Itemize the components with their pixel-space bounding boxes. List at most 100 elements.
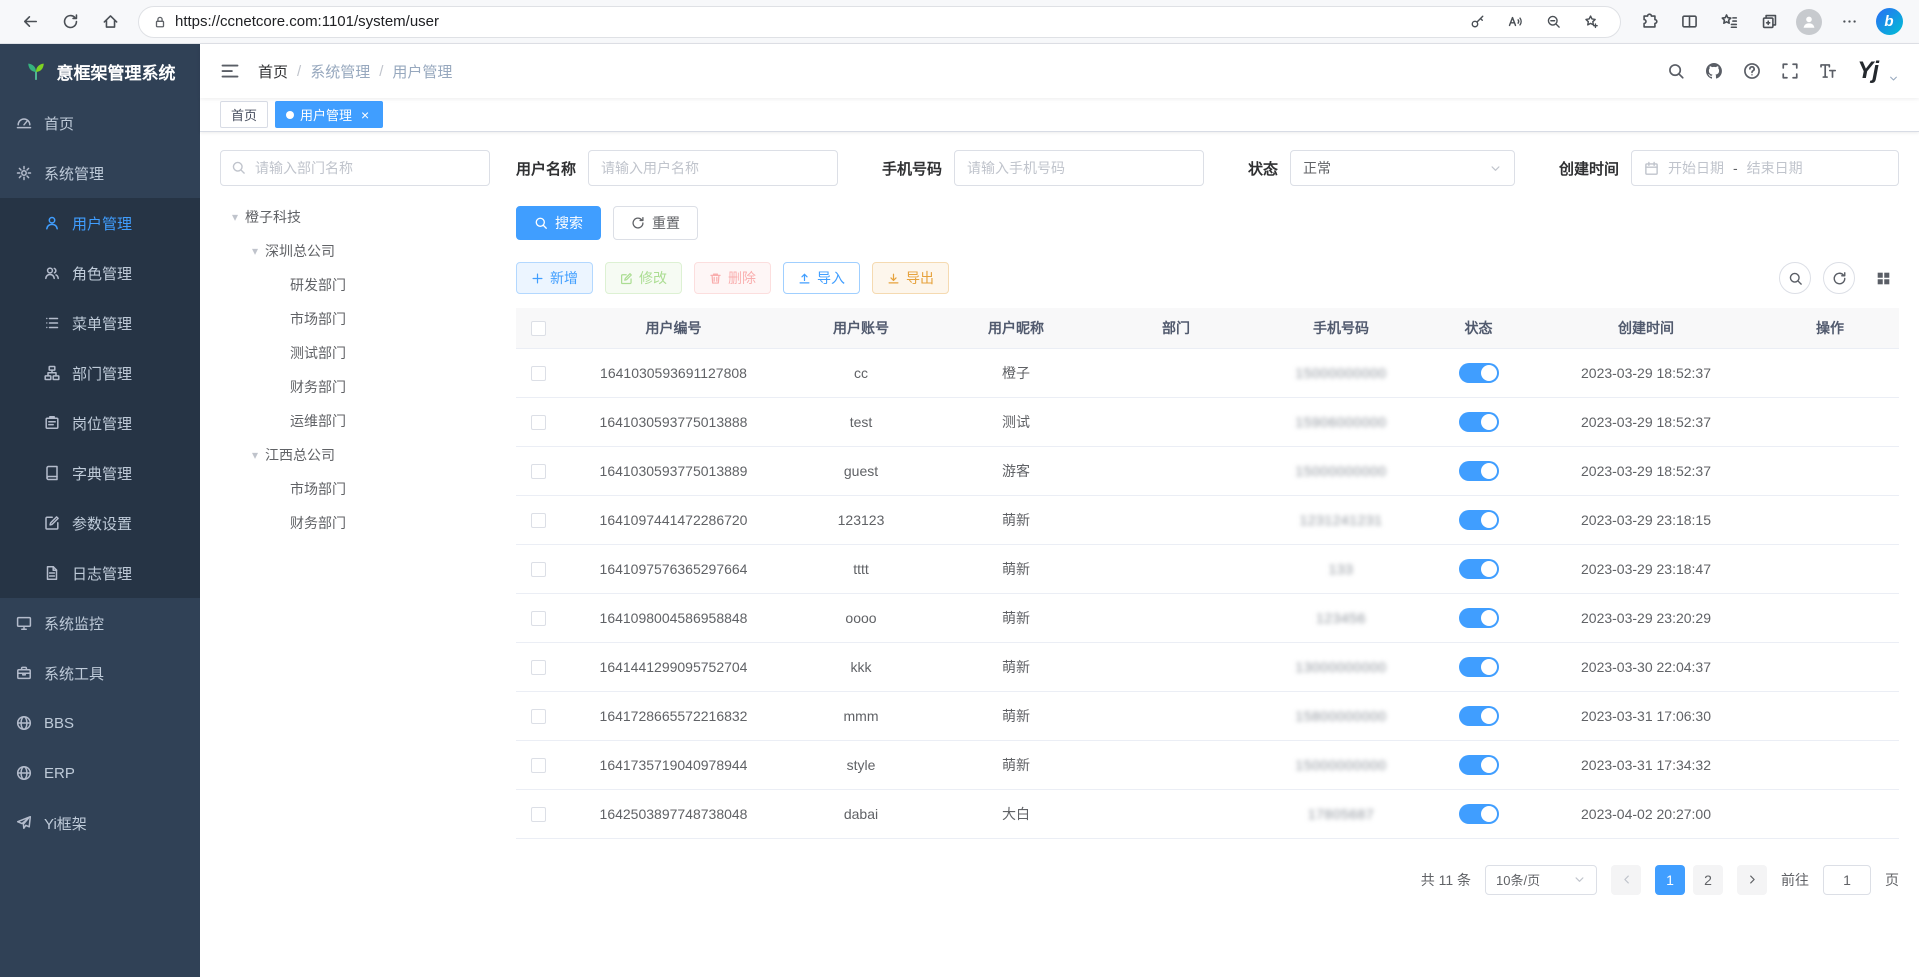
row-checkbox[interactable]	[531, 660, 546, 675]
sidebar-item-monitor[interactable]: 系统监控	[0, 598, 200, 648]
status-toggle[interactable]	[1459, 412, 1499, 432]
page-button-1[interactable]: 1	[1655, 865, 1685, 895]
browser-profile-avatar[interactable]	[1791, 5, 1827, 39]
address-bar[interactable]: https://ccnetcore.com:1101/system/user	[138, 6, 1621, 38]
next-page-icon[interactable]	[1737, 865, 1767, 895]
row-checkbox[interactable]	[531, 366, 546, 381]
tree-node[interactable]: ▾深圳总公司	[220, 234, 490, 268]
breadcrumb-item[interactable]: 首页	[258, 61, 288, 82]
fullscreen-icon[interactable]	[1781, 62, 1799, 80]
toggle-search-icon[interactable]	[1779, 262, 1811, 294]
row-checkbox[interactable]	[531, 415, 546, 430]
tree-node[interactable]: 市场部门	[220, 302, 490, 336]
date-range-picker[interactable]: 开始日期 - 结束日期	[1631, 150, 1899, 186]
sidebar-item-tools[interactable]: 系统工具	[0, 648, 200, 698]
favorites-bar-icon[interactable]	[1711, 5, 1747, 39]
font-size-icon[interactable]	[1819, 62, 1837, 80]
delete-button[interactable]: 删除	[694, 262, 771, 294]
close-icon[interactable]: ×	[358, 108, 372, 122]
status-toggle[interactable]	[1459, 657, 1499, 677]
page-button-2[interactable]: 2	[1693, 865, 1723, 895]
username-input[interactable]	[588, 150, 838, 186]
tree-node[interactable]: 财务部门	[220, 370, 490, 404]
tree-node[interactable]: 市场部门	[220, 472, 490, 506]
refresh-table-icon[interactable]	[1823, 262, 1855, 294]
header-search-icon[interactable]	[1667, 62, 1685, 80]
sidebar-item-home[interactable]: 首页	[0, 98, 200, 148]
status-toggle[interactable]	[1459, 755, 1499, 775]
status-toggle[interactable]	[1459, 706, 1499, 726]
phone-input[interactable]	[954, 150, 1204, 186]
browser-reload-icon[interactable]	[52, 5, 88, 39]
status-toggle[interactable]	[1459, 461, 1499, 481]
search-button[interactable]: 搜索	[516, 206, 601, 240]
collections-icon[interactable]	[1751, 5, 1787, 39]
prev-page-icon[interactable]	[1611, 865, 1641, 895]
tree-node[interactable]: ▾江西总公司	[220, 438, 490, 472]
user-avatar[interactable]: Yj	[1857, 57, 1878, 85]
cell-account: guest	[786, 446, 936, 495]
row-checkbox[interactable]	[531, 562, 546, 577]
split-screen-icon[interactable]	[1671, 5, 1707, 39]
sidebar-item-yi[interactable]: Yi框架	[0, 798, 200, 848]
sidebar-item-param[interactable]: 参数设置	[0, 498, 200, 548]
sidebar-item-user[interactable]: 用户管理	[0, 198, 200, 248]
status-toggle[interactable]	[1459, 608, 1499, 628]
sidebar-item-menu[interactable]: 菜单管理	[0, 298, 200, 348]
sidebar-item-dept[interactable]: 部门管理	[0, 348, 200, 398]
edit-button[interactable]: 修改	[605, 262, 682, 294]
import-button[interactable]: 导入	[783, 262, 860, 294]
sidebar-item-log[interactable]: 日志管理	[0, 548, 200, 598]
row-checkbox[interactable]	[531, 513, 546, 528]
status-toggle[interactable]	[1459, 804, 1499, 824]
password-key-icon[interactable]	[1462, 8, 1492, 36]
row-checkbox[interactable]	[531, 758, 546, 773]
github-icon[interactable]	[1705, 62, 1723, 80]
row-checkbox[interactable]	[531, 709, 546, 724]
tree-node[interactable]: 研发部门	[220, 268, 490, 302]
tree-node[interactable]: 运维部门	[220, 404, 490, 438]
extensions-icon[interactable]	[1631, 5, 1667, 39]
row-checkbox[interactable]	[531, 807, 546, 822]
page-size-select[interactable]: 10条/页	[1485, 865, 1597, 895]
hamburger-icon[interactable]	[220, 61, 240, 81]
sidebar-item-erp[interactable]: ERP	[0, 748, 200, 798]
breadcrumb-item: 系统管理	[310, 61, 370, 82]
goto-page-input[interactable]	[1823, 865, 1871, 895]
browser-back-icon[interactable]	[12, 5, 48, 39]
sidebar-item-label: 菜单管理	[72, 313, 132, 334]
read-aloud-icon[interactable]	[1500, 8, 1530, 36]
column-settings-icon[interactable]	[1867, 262, 1899, 294]
select-all-checkbox[interactable]	[531, 321, 546, 336]
status-toggle[interactable]	[1459, 559, 1499, 579]
favorite-star-icon[interactable]	[1576, 8, 1606, 36]
add-button[interactable]: 新增	[516, 262, 593, 294]
chevron-down-icon	[1573, 873, 1586, 886]
status-toggle[interactable]	[1459, 510, 1499, 530]
sidebar-item-dict[interactable]: 字典管理	[0, 448, 200, 498]
tab-user[interactable]: 用户管理×	[275, 101, 383, 128]
status-select[interactable]: 正常	[1290, 150, 1515, 186]
sidebar-item-bbs[interactable]: BBS	[0, 698, 200, 748]
cell-phone: 15800000000	[1256, 691, 1426, 740]
dept-search-input[interactable]	[220, 150, 490, 186]
copilot-icon[interactable]: b	[1871, 5, 1907, 39]
tree-node[interactable]: ▾橙子科技	[220, 200, 490, 234]
tree-node-label: 市场部门	[290, 479, 346, 499]
row-checkbox[interactable]	[531, 611, 546, 626]
zoom-out-icon[interactable]	[1538, 8, 1568, 36]
status-toggle[interactable]	[1459, 363, 1499, 383]
row-checkbox[interactable]	[531, 464, 546, 479]
reset-button[interactable]: 重置	[613, 206, 698, 240]
browser-home-icon[interactable]	[92, 5, 128, 39]
tab-home[interactable]: 首页	[220, 101, 268, 128]
tree-node[interactable]: 财务部门	[220, 506, 490, 540]
help-icon[interactable]	[1743, 62, 1761, 80]
sidebar-item-system[interactable]: 系统管理	[0, 148, 200, 198]
sidebar-item-post[interactable]: 岗位管理	[0, 398, 200, 448]
sidebar-item-role[interactable]: 角色管理	[0, 248, 200, 298]
cell-account: test	[786, 397, 936, 446]
export-button[interactable]: 导出	[872, 262, 949, 294]
tree-node[interactable]: 测试部门	[220, 336, 490, 370]
browser-more-icon[interactable]	[1831, 5, 1867, 39]
